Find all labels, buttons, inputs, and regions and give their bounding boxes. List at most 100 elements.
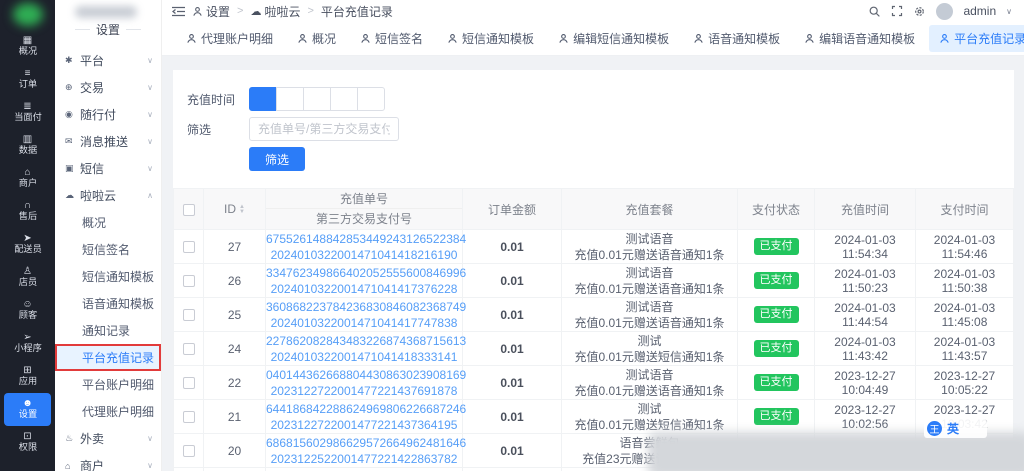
trade-no-link[interactable]: 2023122722001477221437364195 (266, 417, 462, 433)
menu-item-sms-signature[interactable]: 短信签名 (55, 236, 161, 263)
rail-item-permissions[interactable]: ⊡ 权限 (4, 426, 51, 459)
row-checkbox[interactable] (182, 309, 195, 322)
menu-group-sms[interactable]: ▣ 短信 ∨ (55, 155, 161, 182)
trade-no-link[interactable]: 2024010322001471041417376228 (266, 281, 462, 297)
rail-item-after-sales[interactable]: ∩ 售后 (4, 195, 51, 228)
tab-overview[interactable]: 概况 (287, 25, 346, 52)
menu-item-icon: ✱ (65, 55, 73, 65)
rail-item-mini-program[interactable]: ➢ 小程序 (4, 327, 51, 360)
collapse-sidebar-icon[interactable] (172, 6, 185, 17)
breadcrumb-lala-cloud[interactable]: ☁ 啦啦云 (250, 3, 300, 20)
ime-language-mode[interactable]: 英 (947, 420, 959, 437)
rail-item-courier[interactable]: ➤ 配送员 (4, 228, 51, 261)
rail-item-data[interactable]: ▥ 数据 (4, 129, 51, 162)
tab-sms-signature[interactable]: 短信签名 (350, 25, 433, 52)
row-select-cell (173, 331, 204, 366)
tab-platform-recharge-records[interactable]: 平台充值记录 × (929, 25, 1024, 52)
time-option-unlimited[interactable] (249, 87, 277, 111)
order-no-link[interactable]: 644186842288624969806226687246 (266, 401, 466, 417)
order-no-link[interactable]: 686815602986629572664962481646 (266, 435, 466, 451)
rail-item-settings[interactable]: ☻ 设置 (4, 393, 51, 426)
keyword-filter-row: 筛选 (187, 117, 1014, 141)
row-select-cell (173, 297, 204, 332)
fullscreen-icon[interactable] (891, 5, 903, 17)
menu-item-agent-account-detail[interactable]: 代理账户明细 (55, 398, 161, 425)
username[interactable]: admin (963, 4, 996, 18)
id-cell: 21 (203, 399, 266, 434)
rail-item-orders[interactable]: ≡ 订单 (4, 63, 51, 96)
filter-submit-button[interactable]: 筛选 (249, 147, 306, 171)
tab-edit-voice-notify-template[interactable]: 编辑语音通知模板 (794, 25, 925, 52)
status-header: 支付状态 (737, 188, 815, 230)
tab-voice-notify-template[interactable]: 语音通知模板 (683, 25, 790, 52)
row-checkbox[interactable] (182, 411, 195, 424)
id-header[interactable]: ID ▲ ▼ (203, 188, 266, 230)
menu-item-label: 平台账户明细 (82, 378, 155, 392)
trade-no-link[interactable]: 2024010322001471041417747838 (266, 315, 462, 331)
row-checkbox[interactable] (182, 275, 195, 288)
menu-item-platform-recharge-records[interactable]: 平台充值记录 (55, 344, 161, 371)
order-no-link[interactable]: 227862082843483226874368715613 (266, 333, 466, 349)
order-no-link[interactable]: 040144362668804430863023908169 (266, 367, 466, 383)
person-icon (298, 34, 307, 43)
menu-group-suixingpay[interactable]: ◉ 随行付 ∨ (55, 101, 161, 128)
rail-item-face-pay[interactable]: ≣ 当面付 (4, 96, 51, 129)
rail-item-customer[interactable]: ☺ 顾客 (4, 294, 51, 327)
id-cell: 27 (203, 229, 266, 264)
menu-item-voice-notify-template[interactable]: 语音通知模板 (55, 290, 161, 317)
gear-icon[interactable] (913, 5, 926, 18)
rail-item-clerk[interactable]: ♙ 店员 (4, 261, 51, 294)
rail-item-icon: ⊡ (23, 431, 32, 442)
tab-edit-sms-notify-template[interactable]: 编辑短信通知模板 (548, 25, 679, 52)
sort-icon[interactable]: ▲ ▼ (239, 204, 245, 215)
order-no-link[interactable]: 334762349866402052555600846996 (266, 265, 466, 281)
rail-item-merchant[interactable]: ⌂ 商户 (4, 162, 51, 195)
menu-item-icon: ⌂ (65, 460, 71, 471)
avatar[interactable] (936, 2, 954, 20)
rail-item-icon: ☻ (22, 398, 33, 409)
time-option-last-week[interactable] (276, 87, 304, 111)
row-checkbox[interactable] (182, 445, 195, 458)
row-checkbox[interactable] (182, 377, 195, 390)
time-option-last-month[interactable] (303, 87, 331, 111)
tab-agent-account-detail[interactable]: 代理账户明细 (176, 25, 283, 52)
menu-item-platform-account-detail[interactable]: 平台账户明细 (55, 371, 161, 398)
search-icon[interactable] (868, 5, 881, 18)
trade-no-link[interactable]: 2023122522001477221422863782 (266, 451, 462, 467)
rail-item-label: 商户 (18, 178, 37, 189)
rail-item-icon: ☺ (22, 299, 33, 310)
order-no-link[interactable]: 360868223784236830846082368749 (266, 299, 466, 315)
time-option-custom[interactable] (357, 87, 385, 111)
order-no-link[interactable]: 675526148842853449243126522384 (266, 231, 466, 247)
menu-group-takeout[interactable]: ♨ 外卖 ∨ (55, 425, 161, 452)
select-all-checkbox[interactable] (182, 203, 195, 216)
menu-group-trade[interactable]: ⊕ 交易 ∨ (55, 74, 161, 101)
menu-group-merchant[interactable]: ⌂ 商户 ∨ (55, 452, 161, 471)
menu-item-notify-records[interactable]: 通知记录 (55, 317, 161, 344)
menu-group-lala-cloud[interactable]: ☁ 啦啦云 ∧ (55, 182, 161, 209)
package-cell: 测试语音 充值0.01元赠送语音通知1条 (561, 297, 738, 332)
trade-no-link[interactable]: 2023122722001477221437691878 (266, 383, 462, 399)
rail-item-overview[interactable]: ▦ 概况 (4, 30, 51, 63)
breadcrumb-settings[interactable]: 设置 (192, 3, 230, 20)
id-cell: 25 (203, 297, 266, 332)
recharge-records-panel: 充值时间 筛选 筛选 (173, 70, 1014, 471)
row-checkbox[interactable] (182, 343, 195, 356)
menu-group-message-push[interactable]: ✉ 消息推送 ∨ (55, 128, 161, 155)
trade-no-link[interactable]: 2024010322001471041418333141 (266, 349, 462, 365)
trade-no-link[interactable]: 2024010322001471041418216190 (266, 247, 462, 263)
ime-logo[interactable]: 王 (927, 421, 942, 436)
chevron-down-icon[interactable]: ∨ (1006, 7, 1012, 16)
menu-item-sms-notify-template[interactable]: 短信通知模板 (55, 263, 161, 290)
time-option-last-3month[interactable] (330, 87, 358, 111)
menu-item-overview[interactable]: 概况 (55, 209, 161, 236)
tab-sms-notify-template[interactable]: 短信通知模板 (437, 25, 544, 52)
row-checkbox[interactable] (182, 241, 195, 254)
tab-label: 编辑短信通知模板 (573, 32, 670, 46)
tab-label: 语音通知模板 (708, 32, 781, 46)
recharge-time-header: 充值时间 (814, 188, 916, 230)
package-name: 测试语音 (625, 299, 674, 314)
order-search-input[interactable] (249, 117, 399, 141)
rail-item-apps[interactable]: ⊞ 应用 (4, 360, 51, 393)
menu-group-platform[interactable]: ✱ 平台 ∨ (55, 47, 161, 74)
